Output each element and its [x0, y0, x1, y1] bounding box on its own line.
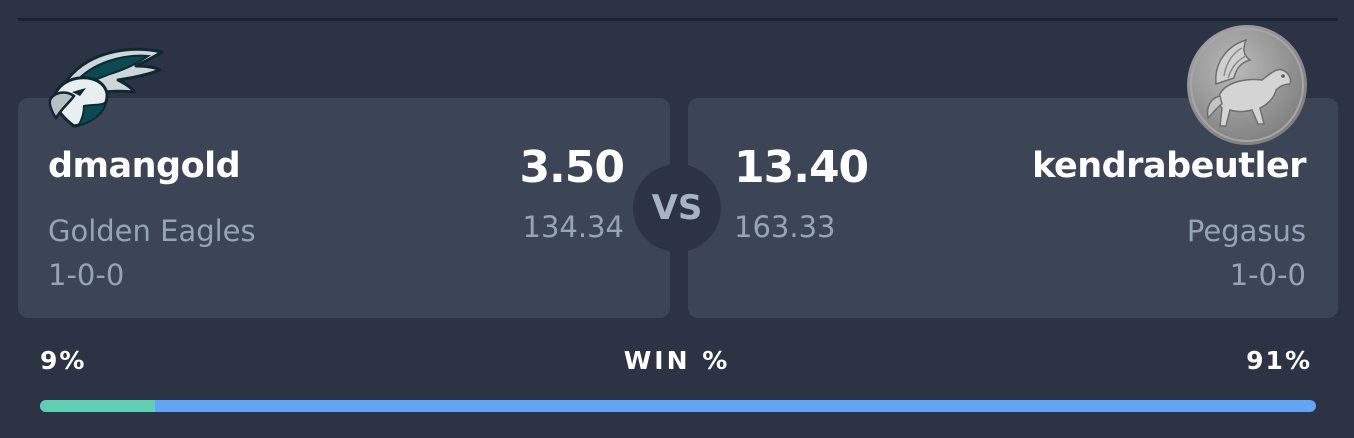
- projected-score: 134.34: [522, 210, 624, 244]
- team-record: 1-0-0: [1229, 258, 1306, 292]
- pegasus-avatar-icon[interactable]: [1186, 24, 1308, 146]
- team-record: 1-0-0: [48, 258, 125, 292]
- win-percent-title: WIN %: [623, 346, 731, 375]
- vs-badge: VS: [633, 164, 721, 252]
- win-probability-bar: [40, 400, 1316, 412]
- win-percent-right: 91%: [1246, 346, 1312, 375]
- projected-score: 163.33: [734, 210, 836, 244]
- team-name: Pegasus: [1186, 214, 1306, 248]
- owner-name[interactable]: dmangold: [48, 146, 241, 186]
- owner-name[interactable]: kendrabeutler: [1032, 146, 1306, 186]
- eagle-logo-icon[interactable]: [44, 40, 170, 130]
- team-score: 13.40: [734, 142, 869, 193]
- top-divider: [18, 18, 1338, 21]
- team-card-left[interactable]: dmangold Golden Eagles 1-0-0 3.50 134.34: [18, 98, 670, 318]
- team-score: 3.50: [519, 142, 625, 193]
- win-probability-fill-left: [40, 400, 155, 412]
- team-name: Golden Eagles: [48, 214, 256, 248]
